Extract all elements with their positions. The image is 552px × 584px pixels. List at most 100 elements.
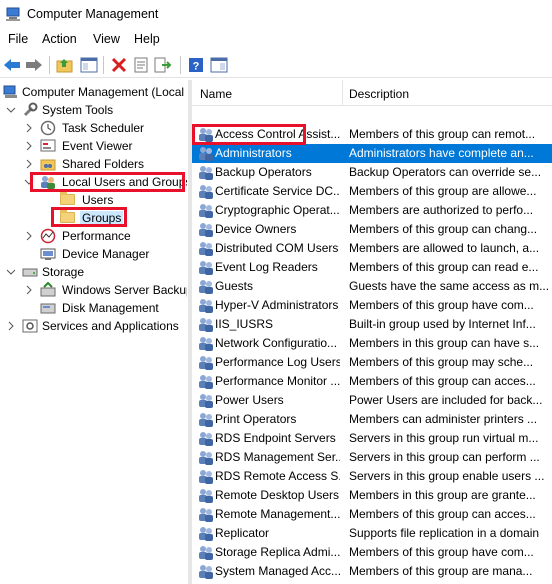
column-header-name[interactable]: Name: [200, 87, 232, 101]
table-row[interactable]: Replicator Supports file replication in a…: [192, 524, 552, 543]
chevron-down-icon[interactable]: [6, 104, 16, 116]
table-row[interactable]: Backup Operators Backup Operators can ove…: [192, 163, 552, 182]
table-row[interactable]: Print Operators Members can administer pr…: [192, 410, 552, 429]
tree-item-event-viewer[interactable]: Event Viewer: [0, 137, 187, 155]
chevron-right-icon[interactable]: [24, 140, 34, 152]
table-row[interactable]: Certificate Service DC... Members of this…: [192, 182, 552, 201]
folder-icon: [60, 191, 75, 205]
tree-item-groups[interactable]: Groups: [0, 209, 187, 227]
group-icon: [199, 299, 213, 313]
export-list-icon[interactable]: [153, 55, 173, 75]
tree-item-services-and-applications[interactable]: Services and Applications: [0, 317, 187, 335]
group-icon: [199, 356, 213, 370]
group-icon: [199, 318, 213, 332]
show-hide-tree-icon[interactable]: [79, 55, 99, 75]
group-name: Administrators: [215, 146, 292, 160]
event-viewer-icon: [40, 139, 56, 152]
delete-icon[interactable]: [109, 55, 129, 75]
group-icon: [199, 394, 213, 408]
tree-item-local-users-and-groups[interactable]: Local Users and Groups: [0, 173, 187, 191]
group-name: Storage Replica Admi...: [215, 545, 340, 559]
folder-icon: [60, 209, 75, 223]
properties-icon[interactable]: [131, 55, 151, 75]
chevron-down-icon[interactable]: [6, 266, 16, 278]
group-name: System Managed Acc...: [215, 564, 340, 578]
menu-file[interactable]: File: [6, 32, 30, 46]
table-row[interactable]: Performance Log Users Members of this gro…: [192, 353, 552, 372]
table-row[interactable]: RDS Remote Access S... Servers in this gr…: [192, 467, 552, 486]
table-row[interactable]: Power Users Power Users are included for …: [192, 391, 552, 410]
tree-item-task-scheduler[interactable]: Task Scheduler: [0, 119, 187, 137]
group-name: Hyper-V Administrators: [215, 298, 339, 312]
table-row[interactable]: System Managed Acc... Members of this gro…: [192, 562, 552, 581]
column-header-description[interactable]: Description: [349, 87, 409, 101]
tree-item-windows-server-backup[interactable]: Windows Server Backup: [0, 281, 187, 299]
chevron-down-icon[interactable]: [24, 176, 34, 188]
table-row[interactable]: Event Log Readers Members of this group c…: [192, 258, 552, 277]
chevron-right-icon[interactable]: [24, 284, 34, 296]
group-name: Performance Monitor ...: [215, 374, 340, 388]
column-divider[interactable]: [342, 80, 343, 106]
table-row[interactable]: Administrators Administrators have comple…: [192, 144, 552, 163]
table-row[interactable]: Device Owners Members of this group can c…: [192, 220, 552, 239]
title-bar: Computer Management: [0, 0, 552, 30]
group-description: Members in this group are grante...: [349, 488, 536, 502]
table-row[interactable]: IIS_IUSRS Built-in group used by Internet…: [192, 315, 552, 334]
table-row[interactable]: Cryptographic Operat... Members are autho…: [192, 201, 552, 220]
table-row[interactable]: Performance Monitor ... Members of this g…: [192, 372, 552, 391]
tree-item-shared-folders[interactable]: Shared Folders: [0, 155, 187, 173]
group-icon: [199, 128, 213, 142]
forward-arrow-icon[interactable]: [24, 55, 44, 75]
help-icon[interactable]: ?: [186, 55, 206, 75]
tree-item-storage[interactable]: Storage: [0, 263, 187, 281]
table-row[interactable]: Guests Guests have the same access as m..…: [192, 277, 552, 296]
chevron-right-icon[interactable]: [24, 122, 34, 134]
tree-item-device-manager[interactable]: Device Manager: [0, 245, 187, 263]
up-folder-icon[interactable]: [55, 55, 75, 75]
performance-icon: [40, 228, 56, 244]
table-row[interactable]: RDS Management Ser... Servers in this gro…: [192, 448, 552, 467]
show-hide-action-pane-icon[interactable]: [209, 55, 229, 75]
group-description: Power Users are included for back...: [349, 393, 543, 407]
group-description: Members are authorized to perfo...: [349, 203, 534, 217]
chevron-right-icon[interactable]: [24, 230, 34, 242]
back-arrow-icon[interactable]: [2, 55, 22, 75]
storage-icon: [22, 268, 38, 277]
table-row[interactable]: Remote Management... Members of this grou…: [192, 505, 552, 524]
tree-item-performance[interactable]: Performance: [0, 227, 187, 245]
menu-bar: File Action View Help: [0, 30, 552, 52]
table-row[interactable]: Storage Replica Admi... Members of this g…: [192, 543, 552, 562]
table-row[interactable]: Hyper-V Administrators Members of this gr…: [192, 296, 552, 315]
tree-item-computer-management[interactable]: Computer Management (Local: [0, 83, 187, 101]
group-icon: [199, 223, 213, 237]
group-name: Network Configuratio...: [215, 336, 338, 350]
tree-item-disk-management[interactable]: Disk Management: [0, 299, 187, 317]
menu-help[interactable]: Help: [132, 32, 162, 46]
table-row[interactable]: Remote Desktop Users Members in this grou…: [192, 486, 552, 505]
console-tree: Computer Management (Local System Tools …: [0, 80, 187, 584]
menu-view[interactable]: View: [91, 32, 122, 46]
group-description: Members of this group can acces...: [349, 374, 536, 388]
group-icon: [199, 375, 213, 389]
table-row[interactable]: Network Configuratio... Members in this g…: [192, 334, 552, 353]
group-description: Members of this group have com...: [349, 298, 534, 312]
group-name: Distributed COM Users: [215, 241, 339, 255]
group-description: Servers in this group run virtual m...: [349, 431, 539, 445]
group-name: RDS Remote Access S...: [215, 469, 340, 483]
group-description: Servers in this group enable users ...: [349, 469, 545, 483]
group-description: Members of this group can remot...: [349, 127, 536, 141]
chevron-right-icon[interactable]: [24, 158, 34, 170]
tree-item-users[interactable]: Users: [0, 191, 187, 209]
table-row[interactable]: Distributed COM Users Members are allowed…: [192, 239, 552, 258]
table-row[interactable]: RDS Endpoint Servers Servers in this grou…: [192, 429, 552, 448]
group-name: Device Owners: [215, 222, 297, 236]
tree-item-system-tools[interactable]: System Tools: [0, 101, 187, 119]
group-name: Cryptographic Operat...: [215, 203, 340, 217]
group-icon: [199, 508, 213, 522]
services-icon: [22, 319, 38, 333]
table-row[interactable]: Access Control Assist... Members of this …: [192, 125, 552, 144]
chevron-right-icon[interactable]: [6, 320, 16, 332]
group-icon: [199, 261, 213, 275]
menu-action[interactable]: Action: [40, 32, 79, 46]
group-icon: [199, 489, 213, 503]
